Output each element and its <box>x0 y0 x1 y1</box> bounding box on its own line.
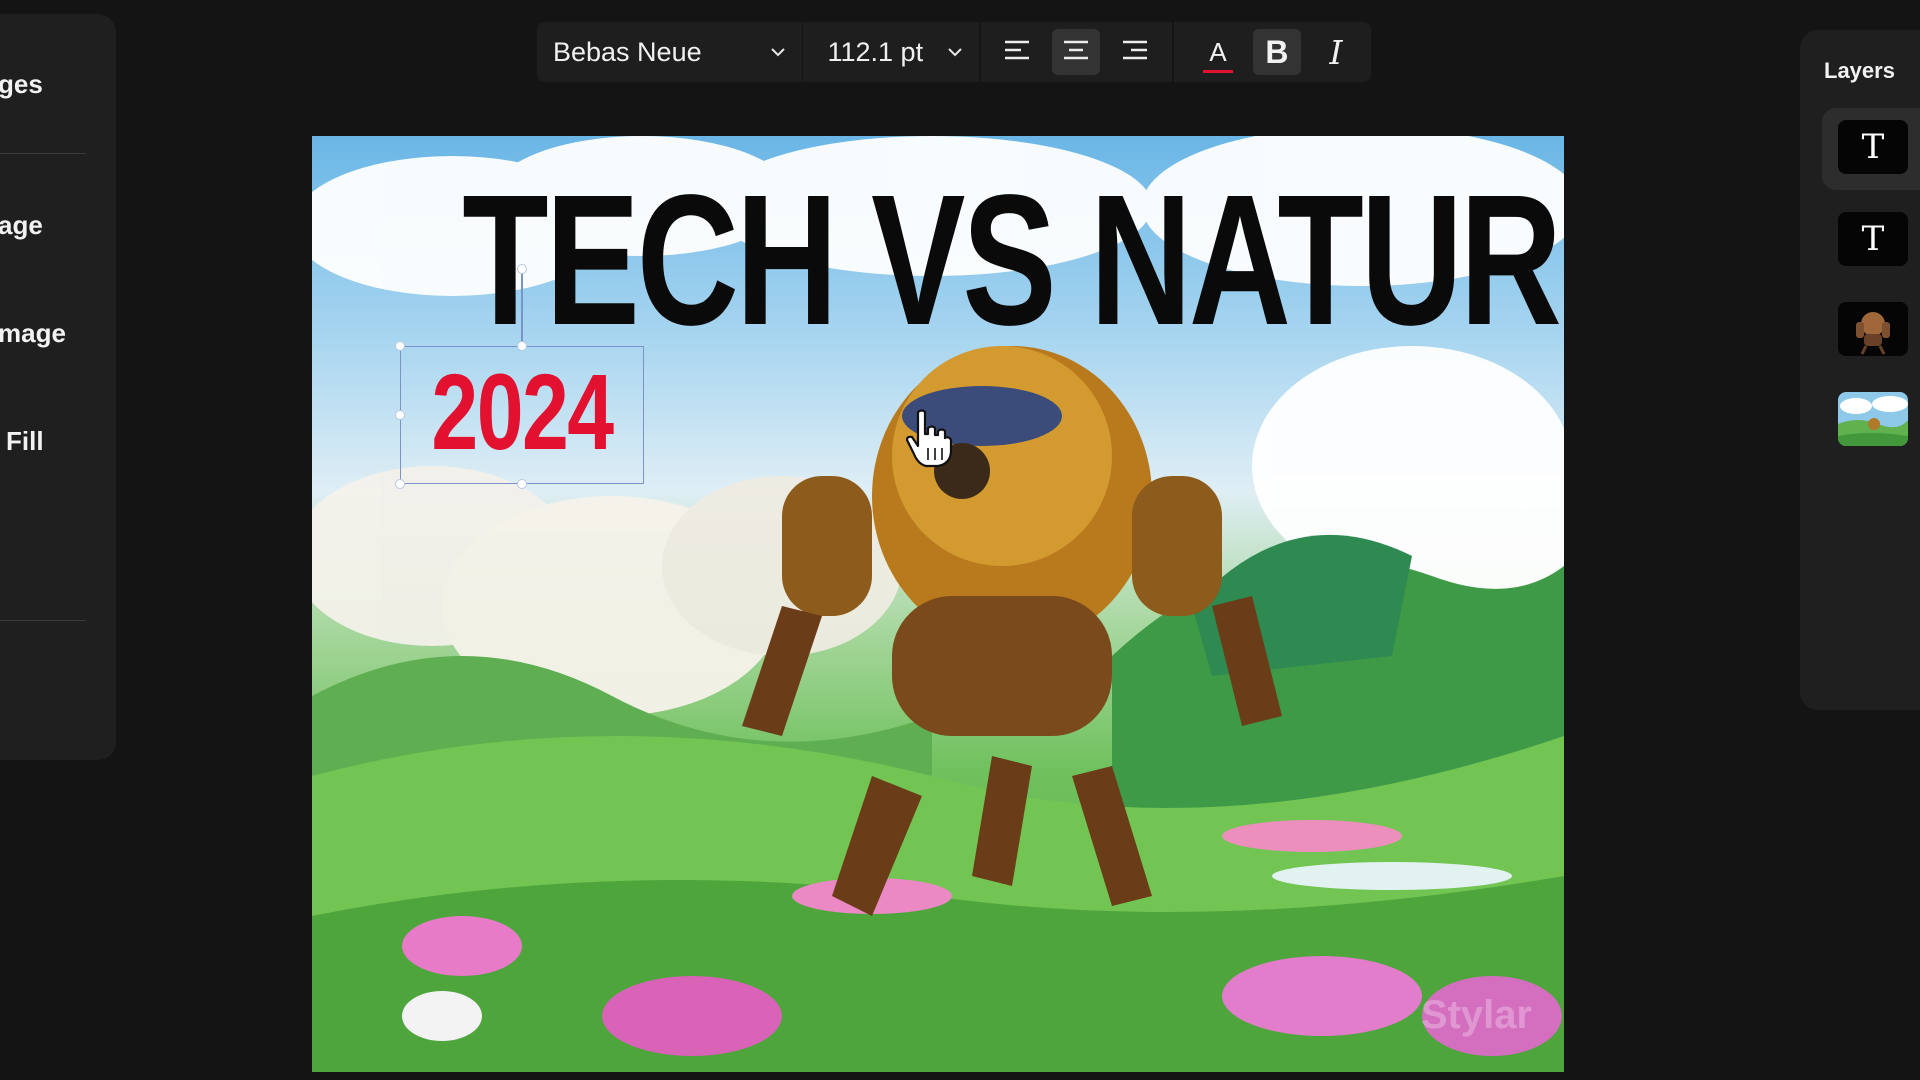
layer-item-text-2[interactable]: T <box>1822 200 1920 282</box>
text-color-button[interactable]: A <box>1194 29 1242 75</box>
layer-item-background-image[interactable] <box>1822 380 1920 462</box>
layer-item-text-1[interactable]: T <box>1822 108 1920 190</box>
italic-icon: I <box>1329 32 1343 72</box>
left-menu-item-label: Fill <box>6 426 44 456</box>
year-text-selection[interactable]: 2024 <box>400 346 644 484</box>
text-color-glyph: A <box>1209 37 1227 67</box>
year-text[interactable]: 2024 <box>428 352 617 472</box>
bold-button[interactable]: B <box>1252 29 1301 75</box>
alignment-group <box>981 22 1170 82</box>
text-color-swatch <box>1203 70 1233 73</box>
layers-panel-title: Layers <box>1824 58 1895 83</box>
landscape-thumbnail-icon <box>1838 392 1908 446</box>
left-menu-item-image[interactable]: age <box>0 210 43 241</box>
resize-handle-top[interactable] <box>517 341 527 351</box>
left-menu-item-images[interactable]: ges <box>0 69 43 100</box>
font-size-value: 112.1 pt <box>827 36 924 67</box>
design-canvas[interactable]: TECH VS NATURE 2024 Stylar <box>312 136 1564 1072</box>
align-left-button[interactable] <box>993 29 1041 75</box>
resize-handle-left[interactable] <box>395 410 405 420</box>
left-panel: ges age mage Fill <box>0 14 116 760</box>
align-right-button[interactable] <box>1111 29 1159 75</box>
left-menu-item-label: age <box>0 210 43 240</box>
align-center-button[interactable] <box>1052 29 1101 75</box>
text-color-icon: A <box>1203 37 1233 73</box>
left-menu-item-fill[interactable]: Fill <box>6 426 44 457</box>
watermark: Stylar <box>1420 993 1532 1037</box>
align-left-icon <box>1003 38 1031 67</box>
left-menu-item-label: ges <box>0 69 43 99</box>
robot-thumbnail-icon <box>1838 302 1908 356</box>
chevron-down-icon <box>768 42 788 62</box>
text-layer-icon: T <box>1861 127 1885 167</box>
hand-pointer-cursor-icon <box>904 408 954 475</box>
rotate-handle-line <box>521 268 523 346</box>
left-menu-item-ai-image[interactable]: mage <box>0 318 66 349</box>
left-divider <box>0 620 86 621</box>
layer-item-robot-image[interactable] <box>1822 290 1920 372</box>
align-center-icon <box>1062 38 1090 67</box>
layer-thumbnail: T <box>1838 120 1908 174</box>
chevron-down-icon <box>945 42 965 62</box>
layer-thumbnail-robot <box>1838 302 1908 356</box>
resize-handle-bottom[interactable] <box>517 479 527 489</box>
bold-icon: B <box>1265 33 1289 70</box>
headline-text[interactable]: TECH VS NATURE <box>462 168 1564 354</box>
text-layer-icon: T <box>1861 219 1885 259</box>
resize-handle-top-left[interactable] <box>395 341 405 351</box>
italic-button[interactable]: I <box>1312 29 1360 75</box>
text-toolbar: Bebas Neue 112.1 pt A B I <box>537 22 1371 82</box>
font-family-dropdown[interactable]: Bebas Neue <box>537 22 802 82</box>
layer-thumbnail: T <box>1838 212 1908 266</box>
resize-handle-bottom-left[interactable] <box>395 479 405 489</box>
left-divider <box>0 153 86 154</box>
layer-thumbnail-landscape <box>1838 392 1908 446</box>
rotate-handle[interactable] <box>517 264 527 274</box>
layers-panel: Layers T T <box>1800 30 1920 710</box>
text-style-group: A B I <box>1174 22 1371 82</box>
font-family-value: Bebas Neue <box>553 36 702 67</box>
align-right-icon <box>1121 38 1149 67</box>
font-size-dropdown[interactable]: 112.1 pt <box>803 22 979 82</box>
left-menu-item-label: mage <box>0 318 66 348</box>
